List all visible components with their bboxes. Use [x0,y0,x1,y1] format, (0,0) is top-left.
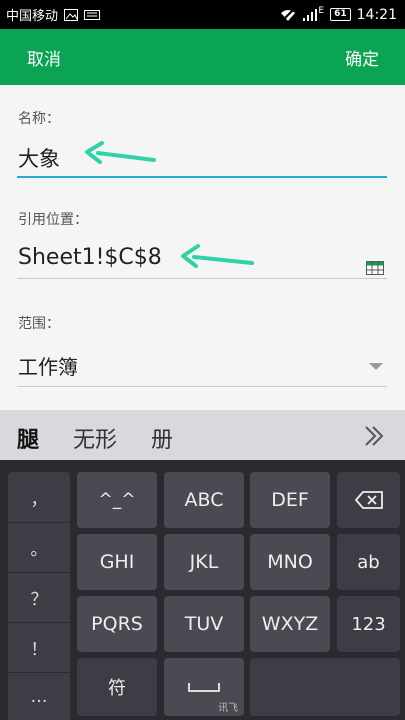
clock: 14:21 [356,6,397,23]
key-ghi[interactable]: GHI [77,534,157,590]
name-field-underline [17,176,387,178]
scope-label: 范围： [18,316,60,332]
name-field[interactable]: 大象 [18,143,60,173]
key-mno[interactable]: MNO [250,534,330,590]
enter-button[interactable] [250,658,400,716]
scope-field-underline [17,386,387,387]
space-icon [188,683,220,692]
candidate-3[interactable]: 册 [151,422,173,454]
ime-brand-label: 讯飞 [218,703,238,714]
punctuation-column[interactable]: ， 。 ？ ！ … [8,472,70,720]
candidate-bar: 腿 无形 册 [0,410,405,460]
expand-candidates-icon[interactable] [362,424,386,448]
signal-icon [302,8,318,22]
key-symbols[interactable]: 符 [77,658,157,716]
key-def[interactable]: DEF [250,472,330,528]
status-bar: 中国移动 E 61 14:21 [0,0,405,29]
key-jkl[interactable]: JKL [164,534,244,590]
backspace-icon [354,491,383,509]
action-bar: 取消 确定 [0,29,405,85]
key-abc[interactable]: ABC [164,472,244,528]
image-notification-icon [64,8,79,21]
reference-field[interactable]: Sheet1!$C$8 [18,245,162,270]
key-exclamation[interactable]: ！ [8,622,70,672]
keyboard-notification-icon [84,9,101,20]
backspace-button[interactable] [337,472,400,528]
annotation-arrow [181,244,254,268]
key-question[interactable]: ？ [8,572,70,622]
carrier-label: 中国移动 [6,9,59,24]
space-button[interactable]: 讯飞 [164,658,244,716]
battery-icon: 61 [330,8,351,21]
key-emoticon[interactable]: ^_^ [77,472,157,528]
key-english-switch[interactable]: ab [337,534,400,590]
wifi-off-icon [280,7,296,22]
key-period[interactable]: 。 [8,522,70,572]
cell-reference-picker-icon[interactable] [366,261,384,275]
key-pqrs[interactable]: PQRS [77,596,157,652]
confirm-button[interactable]: 确定 [345,45,379,70]
key-ellipsis[interactable]: … [8,672,70,720]
define-name-form: 名称： 大象 引用位置： Sheet1!$C$8 范围： 工作簿 [0,85,405,410]
reference-label: 引用位置： [18,212,88,228]
key-number-switch[interactable]: 123 [337,596,400,652]
key-wxyz[interactable]: WXYZ [250,596,330,652]
candidate-2[interactable]: 无形 [73,422,117,454]
cancel-button[interactable]: 取消 [27,45,61,70]
reference-field-underline [17,278,387,279]
ime-keyboard: 腿 无形 册 ， 。 ？ ！ … ^_^ ABC DEF GHI JKL MNO… [0,410,405,720]
candidate-1[interactable]: 腿 [17,422,39,454]
chevron-down-icon[interactable] [369,363,383,370]
key-tuv[interactable]: TUV [164,596,244,652]
key-comma[interactable]: ， [8,472,70,522]
annotation-arrow [85,141,156,164]
name-label: 名称： [18,111,60,127]
network-type: E [318,5,325,16]
scope-select[interactable]: 工作簿 [18,351,78,380]
